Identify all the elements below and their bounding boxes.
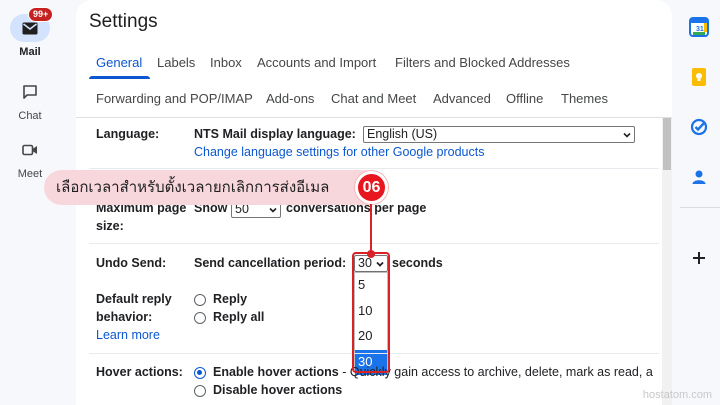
reply-behavior-label: Default reply behavior: (96, 290, 172, 326)
tab-forwarding-pop-imap[interactable]: Forwarding and POP/IMAP (96, 91, 253, 106)
change-language-link[interactable]: Change language settings for other Googl… (194, 143, 484, 161)
right-rail-divider (680, 207, 720, 208)
annotation-step-badge: 06 (355, 171, 388, 204)
settings-scrollbar[interactable] (662, 118, 672, 405)
seconds-label: seconds (392, 256, 443, 270)
chevron-down-icon (269, 207, 277, 213)
watermark: hostatom.com (642, 389, 712, 401)
mail-unread-badge: 99+ (28, 7, 54, 22)
active-tab-indicator (89, 76, 150, 79)
display-language-value: English (US) (367, 127, 438, 141)
cancellation-period-label: Send cancellation period: (194, 256, 347, 270)
right-side-panel: 31 (680, 0, 720, 405)
keep-notes-icon[interactable] (689, 67, 709, 87)
chat-icon (23, 85, 37, 99)
mail-icon-wrap: 99+ (10, 7, 54, 42)
tab-labels[interactable]: Labels (157, 55, 195, 70)
meet-icon-wrap (10, 136, 50, 164)
tab-general[interactable]: General (96, 55, 142, 70)
reply-label-line2: behavior: (96, 310, 153, 324)
enable-hover-row: Enable hover actions - Quickly gain acce… (213, 363, 653, 381)
reply-radio[interactable] (194, 294, 206, 306)
reply-option-label: Reply (213, 292, 248, 306)
enable-hover-label: Enable hover actions (213, 365, 339, 379)
tab-filters-and-blocked-addresses[interactable]: Filters and Blocked Addresses (395, 55, 570, 70)
learn-more-link[interactable]: Learn more (96, 326, 160, 344)
tab-inbox[interactable]: Inbox (210, 55, 242, 70)
settings-tabs: General Labels Inbox Accounts and Import… (76, 42, 672, 118)
reply-all-option-label: Reply all (213, 310, 265, 324)
contacts-icon[interactable] (689, 167, 709, 187)
video-camera-icon (22, 144, 37, 156)
page-title: Settings (89, 11, 158, 32)
language-label: Language: (96, 127, 160, 141)
left-rail: 99+ Mail Chat Meet (0, 0, 60, 405)
row-divider (89, 243, 659, 244)
rail-chat[interactable]: Chat (0, 78, 60, 122)
rail-chat-label: Chat (18, 110, 42, 122)
tab-add-ons[interactable]: Add-ons (266, 91, 314, 106)
display-language-select[interactable]: English (US) (363, 126, 635, 143)
reply-all-radio[interactable] (194, 312, 206, 324)
svg-text:31: 31 (696, 26, 704, 33)
disable-hover-label: Disable hover actions (213, 383, 343, 397)
annotation-highlight-box (352, 252, 390, 373)
tasks-icon[interactable] (689, 117, 709, 137)
tab-chat-and-meet[interactable]: Chat and Meet (331, 91, 416, 106)
annotation-pointer-line (370, 204, 372, 254)
annotation-callout: เลือกเวลาสำหรับตั้งเวลายกเลิกการส่งอีเมล (44, 170, 386, 205)
reply-label-line1: Default reply (96, 292, 172, 306)
tab-offline[interactable]: Offline (506, 91, 543, 106)
add-icon[interactable] (689, 248, 709, 268)
tab-accounts-and-import[interactable]: Accounts and Import (257, 55, 376, 70)
display-language-label: NTS Mail display language: (194, 127, 356, 141)
rail-mail-label: Mail (19, 46, 41, 58)
enable-hover-radio[interactable] (194, 367, 206, 379)
mail-icon (22, 22, 38, 34)
row-divider (89, 168, 659, 169)
undo-send-label: Undo Send: (96, 256, 167, 270)
hover-actions-label: Hover actions: (96, 365, 183, 379)
chevron-down-icon (623, 132, 631, 138)
tab-advanced[interactable]: Advanced (433, 91, 491, 106)
calendar-icon[interactable]: 31 (689, 17, 709, 37)
rail-mail[interactable]: 99+ Mail (0, 7, 60, 58)
disable-hover-radio[interactable] (194, 385, 206, 397)
tab-themes[interactable]: Themes (561, 91, 608, 106)
page-size-label-line2: size: (96, 219, 124, 233)
scrollbar-thumb[interactable] (663, 118, 671, 170)
chat-icon-wrap (10, 78, 50, 106)
